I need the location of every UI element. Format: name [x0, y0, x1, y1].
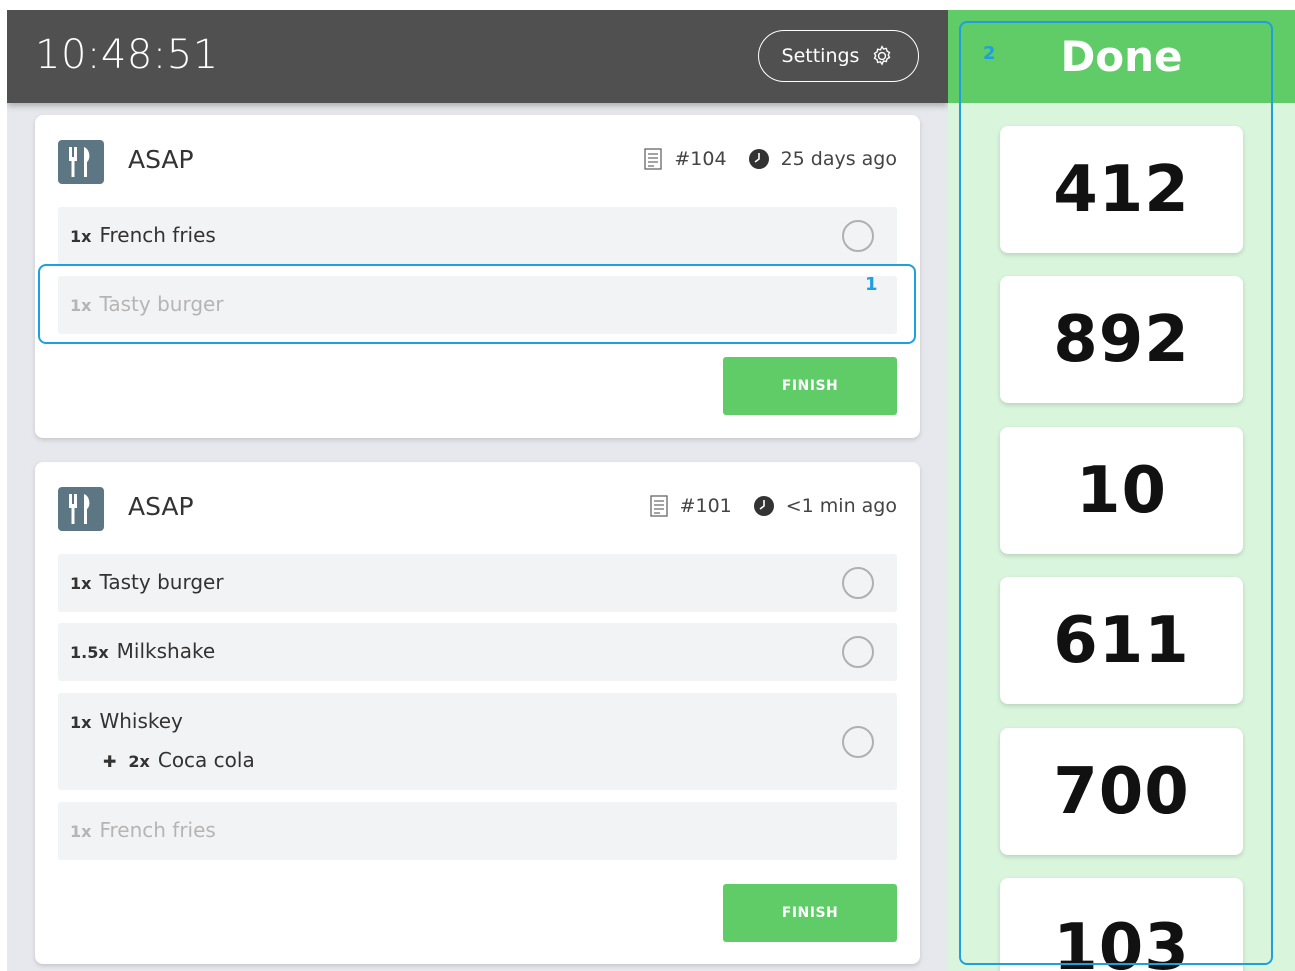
item-check-radio[interactable] — [842, 567, 874, 599]
orders-area: 10:48:51 Settings ASAP #104 25 days ago … — [7, 10, 948, 971]
done-ticket[interactable]: 700 — [1000, 728, 1243, 855]
order-meta: #101 <1 min ago — [649, 495, 897, 517]
order-time: <1 min ago — [785, 495, 897, 517]
settings-button[interactable]: Settings — [758, 30, 919, 82]
item-name: Tasty burger — [99, 570, 224, 594]
finish-button[interactable]: FINISH — [723, 884, 897, 942]
order-header: ASAP #101 <1 min ago — [58, 487, 897, 531]
done-ticket[interactable]: 103 — [1000, 878, 1243, 971]
item-quantity: 1x — [70, 822, 92, 841]
order-item[interactable]: 1x French fries — [58, 207, 897, 265]
done-ticket[interactable]: 611 — [1000, 577, 1243, 704]
gear-icon — [874, 45, 891, 66]
item-check-radio[interactable] — [842, 726, 874, 758]
item-name: Tasty burger — [99, 292, 224, 316]
cutlery-icon — [58, 140, 104, 184]
plus-icon: ✚ — [103, 752, 117, 771]
item-name: Whiskey — [99, 709, 183, 733]
item-quantity: 1x — [70, 227, 92, 246]
order-item-done[interactable]: 1x Tasty burger — [58, 276, 897, 334]
order-item-done[interactable]: 1x French fries — [58, 802, 897, 860]
item-quantity: 1x — [70, 574, 92, 593]
cutlery-icon — [58, 487, 104, 531]
done-header: Done — [948, 10, 1295, 103]
done-ticket[interactable]: 892 — [1000, 276, 1243, 403]
settings-label: Settings — [781, 45, 860, 67]
item-name: French fries — [99, 223, 216, 247]
done-title: Done — [1060, 32, 1183, 81]
item-modifier: ✚ 2x Coca cola — [103, 748, 255, 772]
top-bar: 10:48:51 Settings — [7, 10, 948, 103]
order-number: #104 — [674, 148, 727, 170]
done-ticket[interactable]: 10 — [1000, 427, 1243, 554]
order-time: 25 days ago — [780, 148, 897, 170]
clock-icon — [748, 149, 769, 169]
annotation-label: 1 — [865, 274, 878, 295]
item-name: Milkshake — [116, 639, 216, 663]
item-check-radio[interactable] — [842, 636, 874, 668]
order-type: ASAP — [128, 492, 194, 521]
clock-icon — [753, 496, 774, 516]
receipt-icon — [649, 495, 668, 517]
order-type: ASAP — [128, 145, 194, 174]
order-meta: #104 25 days ago — [644, 148, 897, 170]
item-check-radio[interactable] — [842, 220, 874, 252]
annotation-label: 2 — [983, 43, 996, 64]
finish-button[interactable]: FINISH — [723, 357, 897, 415]
order-header: ASAP #104 25 days ago — [58, 140, 897, 184]
order-item[interactable]: 1.5x Milkshake — [58, 623, 897, 681]
done-ticket[interactable]: 412 — [1000, 126, 1243, 253]
item-name: French fries — [99, 818, 216, 842]
done-panel: Done 412 892 10 611 700 103 — [948, 10, 1295, 971]
item-quantity: 1x — [70, 296, 92, 315]
item-quantity: 1x — [70, 713, 92, 732]
order-item[interactable]: 1x Whiskey ✚ 2x Coca cola — [58, 693, 897, 790]
modifier-quantity: 2x — [128, 752, 150, 771]
order-item[interactable]: 1x Tasty burger — [58, 554, 897, 612]
receipt-icon — [644, 148, 663, 170]
clock: 10:48:51 — [35, 32, 219, 78]
order-number: #101 — [679, 495, 732, 517]
order-card: ASAP #101 <1 min ago 1x Tasty burger 1.5… — [35, 462, 920, 964]
kitchen-display-app: 10:48:51 Settings ASAP #104 25 days ago … — [0, 0, 1295, 971]
item-quantity: 1.5x — [70, 643, 109, 662]
modifier-name: Coca cola — [157, 748, 255, 772]
order-card: ASAP #104 25 days ago 1x French fries 1x… — [35, 115, 920, 438]
